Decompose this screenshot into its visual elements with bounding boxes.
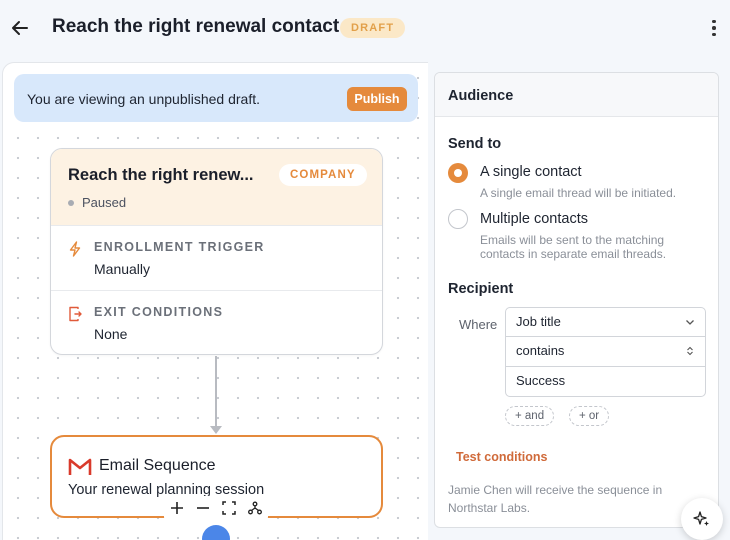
workflow-title: Reach the right renew... bbox=[68, 166, 254, 184]
match-value: Success bbox=[516, 373, 566, 388]
zoom-out-button[interactable] bbox=[192, 498, 214, 518]
multiple-contacts-help-line2: contacts in separate email threads. bbox=[480, 247, 667, 261]
email-sequence-title: Email Sequence bbox=[99, 457, 216, 474]
arrow-left-icon bbox=[12, 21, 28, 35]
exit-door-icon bbox=[69, 306, 82, 322]
sparkle-icon bbox=[693, 511, 709, 526]
audience-panel-header: Audience bbox=[435, 73, 718, 117]
connector-line bbox=[215, 356, 217, 428]
single-contact-help: A single email thread will be initiated. bbox=[480, 186, 677, 200]
property-value: Job title bbox=[516, 314, 561, 329]
fit-screen-icon bbox=[222, 501, 236, 515]
auto-layout-button[interactable] bbox=[244, 498, 266, 518]
object-type-badge: COMPANY bbox=[279, 164, 367, 186]
chevron-down-icon bbox=[686, 320, 694, 325]
multiple-contacts-radio[interactable] bbox=[448, 209, 468, 229]
draft-banner: You are viewing an unpublished draft. Pu… bbox=[14, 74, 418, 122]
test-conditions-link[interactable]: Test conditions bbox=[456, 450, 547, 464]
workflow-trigger-card[interactable]: Reach the right renew... COMPANY Paused … bbox=[50, 148, 383, 355]
property-select[interactable]: Job title bbox=[505, 307, 706, 337]
exit-conditions-value: None bbox=[94, 326, 128, 342]
audience-panel: Audience Send to A single contact A sing… bbox=[434, 72, 719, 528]
footer-note-line2: Northstar Labs. bbox=[448, 501, 531, 515]
ai-assistant-button[interactable] bbox=[681, 498, 723, 540]
back-button[interactable] bbox=[5, 13, 35, 43]
workflow-status: Paused bbox=[68, 195, 126, 210]
operator-value: contains bbox=[516, 343, 565, 358]
add-or-condition-button[interactable]: + or bbox=[569, 406, 610, 426]
more-options-button[interactable] bbox=[704, 16, 724, 40]
page-title: Reach the right renewal contact bbox=[52, 16, 340, 37]
audience-footer-note: Jamie Chen will receive the sequence in … bbox=[448, 481, 706, 517]
recipient-label: Recipient bbox=[448, 281, 514, 297]
where-label: Where bbox=[459, 317, 498, 332]
connector-arrow bbox=[210, 426, 222, 434]
enrollment-trigger-section[interactable]: ENROLLMENT TRIGGER Manually bbox=[51, 225, 382, 290]
exit-conditions-section[interactable]: EXIT CONDITIONS None bbox=[51, 290, 382, 354]
multiple-contacts-help-line1: Emails will be sent to the matching bbox=[480, 233, 665, 247]
footer-note-line1: Jamie Chen will receive the sequence in bbox=[448, 483, 663, 497]
enrollment-trigger-label: ENROLLMENT TRIGGER bbox=[94, 240, 265, 254]
kebab-menu-icon bbox=[712, 19, 716, 24]
send-to-label: Send to bbox=[448, 136, 502, 152]
status-dot bbox=[68, 199, 74, 206]
publish-button[interactable]: Publish bbox=[347, 87, 407, 111]
audience-panel-title: Audience bbox=[448, 88, 514, 104]
draft-banner-text: You are viewing an unpublished draft. bbox=[27, 91, 260, 107]
add-and-condition-button[interactable]: + and bbox=[505, 406, 555, 426]
workflow-card-header: Reach the right renew... COMPANY Paused bbox=[51, 149, 382, 225]
exit-conditions-label: EXIT CONDITIONS bbox=[94, 305, 224, 319]
single-contact-label[interactable]: A single contact bbox=[480, 164, 582, 180]
gmail-icon bbox=[68, 458, 92, 475]
draft-status-badge: DRAFT bbox=[340, 18, 406, 38]
plus-icon bbox=[171, 502, 183, 514]
fit-view-button[interactable] bbox=[218, 498, 240, 518]
single-contact-radio[interactable] bbox=[448, 163, 468, 183]
branch-icon bbox=[248, 501, 262, 515]
multiple-contacts-label[interactable]: Multiple contacts bbox=[480, 211, 588, 227]
top-header: Reach the right renewal contact DRAFT bbox=[0, 0, 730, 58]
lightning-bolt-icon bbox=[69, 241, 81, 257]
match-value-input[interactable]: Success bbox=[505, 367, 706, 397]
zoom-toolbar bbox=[164, 496, 268, 520]
status-text: Paused bbox=[82, 195, 127, 210]
zoom-in-button[interactable] bbox=[166, 498, 188, 518]
enrollment-trigger-value: Manually bbox=[94, 261, 151, 277]
minus-icon bbox=[197, 507, 209, 509]
operator-select[interactable]: contains bbox=[505, 337, 706, 367]
chevron-up-down-icon bbox=[687, 346, 693, 356]
